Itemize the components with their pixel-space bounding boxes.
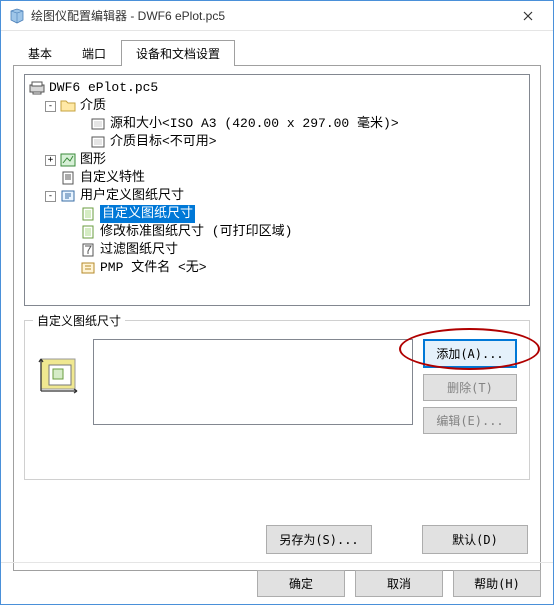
page-icon [80,207,96,221]
tree-label: 介质目标<不可用> [110,133,217,151]
tree-media-dst[interactable]: 介质目标<不可用> [27,133,527,151]
paper-icon [90,135,106,149]
doc-icon [60,171,76,185]
paper-size-icon [60,189,76,203]
tab-panel: DWF6 ePlot.pc5 - 介质 源和大小<ISO A3 (420.00 … [13,65,541,571]
dialog-buttons: 确定 取消 帮助(H) [1,562,553,604]
tree-label: PMP 文件名 <无> [100,259,207,277]
tree-media-src[interactable]: 源和大小<ISO A3 (420.00 x 297.00 毫米)> [27,115,527,133]
graphic-icon [60,153,76,167]
ok-button[interactable]: 确定 [257,570,345,597]
plotter-icon [29,81,45,95]
tree-label: 用户定义图纸尺寸 [80,187,184,205]
tree-label: 介质 [80,97,106,115]
tree-user-paper[interactable]: - 用户定义图纸尺寸 [27,187,527,205]
custom-paper-group: 自定义图纸尺寸 添加(A)... 删除(T) 编辑(E)... [24,320,530,480]
titlebar: 绘图仪配置编辑器 - DWF6 ePlot.pc5 [1,1,553,31]
group-label: 自定义图纸尺寸 [33,312,125,329]
tab-port[interactable]: 端口 [67,40,121,66]
paper-large-icon [37,351,83,397]
tree-custom-prop[interactable]: 自定义特性 [27,169,527,187]
tree-filter-paper[interactable]: 过滤图纸尺寸 [27,241,527,259]
collapse-icon[interactable]: - [45,101,56,112]
cancel-button[interactable]: 取消 [355,570,443,597]
tree-custom-paper[interactable]: 自定义图纸尺寸 [27,205,527,223]
button-column: 添加(A)... 删除(T) 编辑(E)... [423,339,517,434]
tree-label: 图形 [80,151,106,169]
paper-icon [90,117,106,131]
save-as-button[interactable]: 另存为(S)... [266,525,372,554]
edit-button: 编辑(E)... [423,407,517,434]
paper-size-list[interactable] [93,339,413,425]
tree-graphic[interactable]: + 图形 [27,151,527,169]
tree-label: 自定义图纸尺寸 [100,205,195,223]
tree-view[interactable]: DWF6 ePlot.pc5 - 介质 源和大小<ISO A3 (420.00 … [24,74,530,306]
default-button[interactable]: 默认(D) [422,525,528,554]
tree-label: 修改标准图纸尺寸 (可打印区域) [100,223,292,241]
delete-button: 删除(T) [423,374,517,401]
tree-label: 自定义特性 [80,169,145,187]
tabs: 基本 端口 设备和文档设置 [13,39,541,65]
folder-icon [60,99,76,113]
page-icon [80,225,96,239]
dialog-window: 绘图仪配置编辑器 - DWF6 ePlot.pc5 基本 端口 设备和文档设置 … [0,0,554,605]
tree-media[interactable]: - 介质 [27,97,527,115]
tab-device-doc[interactable]: 设备和文档设置 [121,40,235,66]
collapse-icon[interactable]: - [45,191,56,202]
tree-label: 过滤图纸尺寸 [100,241,178,259]
close-button[interactable] [507,2,549,30]
app-icon [9,8,25,24]
tree-label: DWF6 ePlot.pc5 [49,79,158,97]
expand-icon[interactable]: + [45,155,56,166]
bottom-buttons: 另存为(S)... 默认(D) [266,525,528,554]
tabs-container: 基本 端口 设备和文档设置 DWF6 ePlot.pc5 - 介质 源和大小<I [1,31,553,571]
tree-modify-std[interactable]: 修改标准图纸尺寸 (可打印区域) [27,223,527,241]
tab-basic[interactable]: 基本 [13,40,67,66]
tree-label: 源和大小<ISO A3 (420.00 x 297.00 毫米)> [110,115,399,133]
filter-icon [80,243,96,257]
tree-root[interactable]: DWF6 ePlot.pc5 [27,79,527,97]
pmp-icon [80,261,96,275]
help-button[interactable]: 帮助(H) [453,570,541,597]
window-title: 绘图仪配置编辑器 - DWF6 ePlot.pc5 [31,7,507,24]
add-button[interactable]: 添加(A)... [423,339,517,368]
tree-pmp[interactable]: PMP 文件名 <无> [27,259,527,277]
